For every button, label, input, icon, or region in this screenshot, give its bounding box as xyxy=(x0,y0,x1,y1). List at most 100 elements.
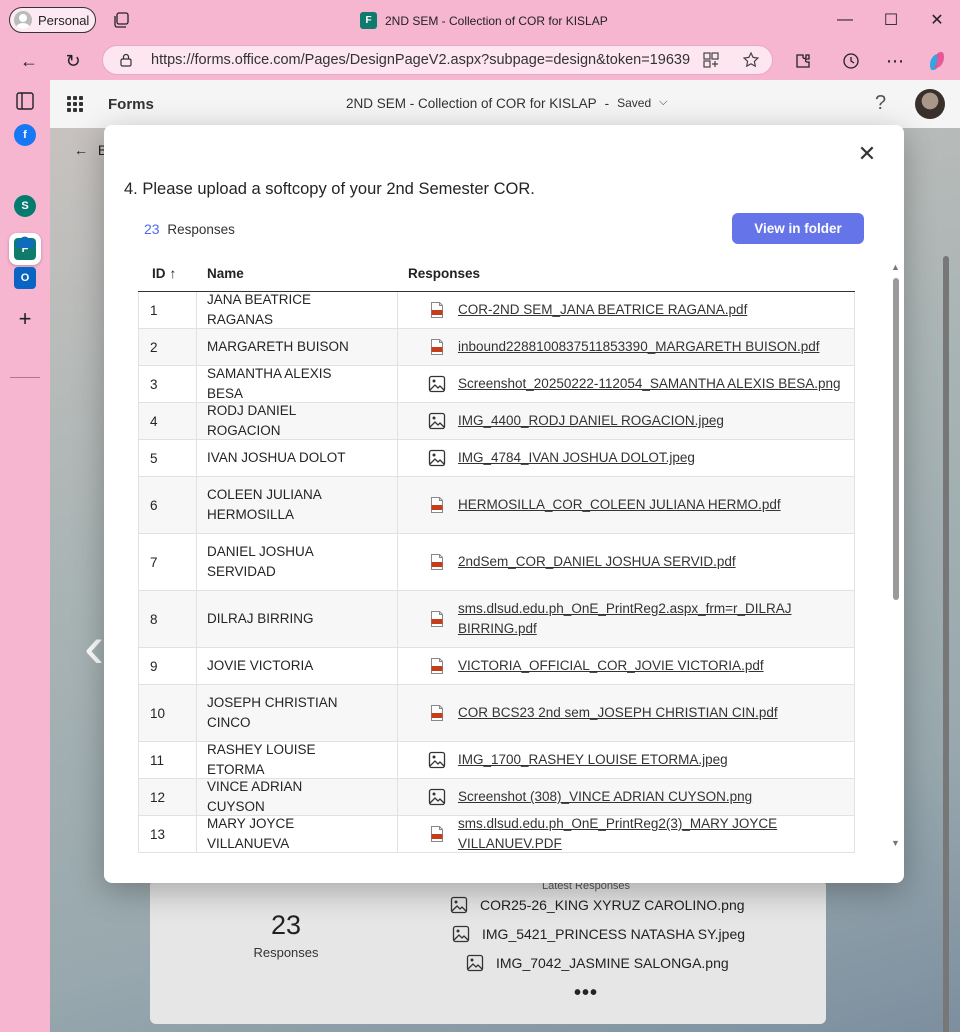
profile-avatar-icon xyxy=(14,11,32,29)
response-file-link[interactable]: 2ndSem_COR_DANIEL JOSHUA SERVID.pdf xyxy=(458,552,736,572)
response-file-link[interactable]: Screenshot (308)_VINCE ADRIAN CUYSON.png xyxy=(458,787,752,807)
response-file-link[interactable]: VICTORIA_OFFICIAL_COR_JOVIE VICTORIA.pdf xyxy=(458,656,764,676)
add-sidebar-app-icon[interactable]: + xyxy=(14,306,36,331)
table-header: ID ↑ Name Responses xyxy=(138,256,855,292)
url-text[interactable]: https://forms.office.com/Pages/DesignPag… xyxy=(151,52,691,68)
scroll-down-arrow-icon[interactable]: ▼ xyxy=(891,838,900,848)
response-file-link[interactable]: sms.dlsud.edu.ph_OnE_PrintReg2(3)_MARY J… xyxy=(458,814,854,854)
responses-table: ID ↑ Name Responses 1 JANA BEATRICE RAGANA… xyxy=(138,256,855,856)
close-window-icon[interactable]: ✕ xyxy=(914,0,960,40)
previous-question-chevron-icon[interactable]: ‹ xyxy=(84,612,104,681)
row-response: COR-2ND SEM_JANA BEATRICE RAGANA.pdf xyxy=(398,292,854,328)
row-id: 4 xyxy=(139,403,197,439)
response-file-link[interactable]: IMG_4400_RODJ DANIEL ROGACION.jpeg xyxy=(458,411,724,431)
help-icon[interactable]: ? xyxy=(875,92,886,115)
row-id: 8 xyxy=(139,591,197,647)
workspaces-icon[interactable] xyxy=(112,11,130,29)
image-file-icon xyxy=(428,449,458,467)
response-file-link[interactable]: IMG_1700_RASHEY LOUISE ETORMA.jpeg xyxy=(458,750,728,770)
row-name-text: JOVIE VICTORIA xyxy=(207,658,314,673)
page-scrollbar[interactable] xyxy=(940,228,952,1032)
response-file-link[interactable]: inbound2288100837511853390_MARGARETH BUI… xyxy=(458,337,820,357)
response-file-link[interactable]: IMG_4784_IVAN JOSHUA DOLOT.jpeg xyxy=(458,448,695,468)
column-header-responses[interactable]: Responses xyxy=(408,266,480,281)
tab-actions-icon[interactable] xyxy=(14,90,36,112)
more-menu-icon[interactable]: ⋯ xyxy=(882,48,908,74)
latest-response-file: IMG_7042_JASMINE SALONGA.png xyxy=(496,955,729,971)
image-file-icon xyxy=(428,751,458,769)
row-response: IMG_1700_RASHEY LOUISE ETORMA.jpeg xyxy=(398,742,854,778)
row-name: RASHEY LOUISE ETORMA xyxy=(197,742,398,778)
row-id: 10 xyxy=(139,685,197,741)
refresh-icon[interactable]: ↻ xyxy=(60,48,86,74)
response-file-link[interactable]: HERMOSILLA_COR_COLEEN JULIANA HERMO.pdf xyxy=(458,495,781,515)
sharepoint-icon[interactable]: S xyxy=(14,195,36,217)
table-row: 3 SAMANTHA ALEXIS BESA Screenshot_20250222… xyxy=(138,366,855,403)
image-file-icon xyxy=(466,954,484,972)
dialog-scrollbar[interactable]: ▲ ▼ xyxy=(890,260,902,852)
browser-title-bar: Personal F 2ND SEM - Collection of COR f… xyxy=(0,0,960,40)
image-file-icon xyxy=(428,375,458,393)
back-link[interactable]: ← B xyxy=(74,142,107,158)
extensions-icon[interactable] xyxy=(790,48,816,74)
latest-response-item[interactable]: COR25-26_KING XYRUZ CAROLINO.png xyxy=(450,896,745,914)
row-name-text: JANA BEATRICE RAGANAS xyxy=(207,292,312,327)
table-row: 7 DANIEL JOSHUA SERVIDAD 2ndSem_COR_DANIEL… xyxy=(138,534,855,591)
close-dialog-icon[interactable]: ✕ xyxy=(856,143,878,165)
row-id: 2 xyxy=(139,329,197,365)
row-response: inbound2288100837511853390_MARGARETH BUI… xyxy=(398,329,854,365)
back-arrow-small-icon: ← xyxy=(74,142,88,158)
latest-response-item[interactable]: IMG_7042_JASMINE SALONGA.png xyxy=(466,954,729,972)
response-file-link[interactable]: Screenshot_20250222-112054_SAMANTHA ALEX… xyxy=(458,374,841,394)
page-scrollbar-thumb[interactable] xyxy=(943,256,949,1032)
app-available-icon[interactable] xyxy=(702,51,720,69)
minimize-icon[interactable]: — xyxy=(822,0,868,40)
question-title: 4. Please upload a softcopy of your 2nd … xyxy=(124,180,535,198)
column-header-name[interactable]: Name xyxy=(207,266,244,281)
outlook-icon[interactable]: O xyxy=(14,267,36,289)
image-file-icon xyxy=(452,925,470,943)
facebook-icon[interactable]: f xyxy=(14,124,36,146)
responses-dialog: ✕ 4. Please upload a softcopy of your 2n… xyxy=(104,125,904,883)
response-file-link[interactable]: COR-2ND SEM_JANA BEATRICE RAGANA.pdf xyxy=(458,300,747,320)
pdf-file-icon xyxy=(428,496,458,514)
summary-response-count: 23 xyxy=(270,910,302,940)
latest-response-item[interactable]: IMG_5421_PRINCESS NATASHA SY.jpeg xyxy=(452,925,745,943)
column-header-id[interactable]: ID ↑ xyxy=(152,266,176,281)
address-bar[interactable]: https://forms.office.com/Pages/DesignPag… xyxy=(102,45,773,75)
row-response: HERMOSILLA_COR_COLEEN JULIANA HERMO.pdf xyxy=(398,477,854,533)
window-title-text: 2ND SEM - Collection of COR for KISLAP xyxy=(385,13,608,28)
row-name: JOVIE VICTORIA xyxy=(197,648,398,684)
profile-button[interactable]: Personal xyxy=(9,7,96,33)
app-launcher-icon[interactable] xyxy=(67,96,83,112)
column-id-label: ID xyxy=(152,266,166,281)
document-title[interactable]: 2ND SEM - Collection of COR for KISLAP -… xyxy=(346,96,667,111)
row-response: COR BCS23 2nd sem_JOSEPH CHRISTIAN CIN.p… xyxy=(398,685,854,741)
user-avatar[interactable] xyxy=(915,89,945,119)
row-name: MARGARETH BUISON xyxy=(197,329,398,365)
favorite-star-icon[interactable] xyxy=(742,51,760,69)
response-file-link[interactable]: COR BCS23 2nd sem_JOSEPH CHRISTIAN CIN.p… xyxy=(458,703,778,723)
address-bar-actions xyxy=(702,51,760,69)
back-arrow-icon[interactable]: ← xyxy=(16,48,42,74)
more-responses-ellipsis[interactable]: ••• xyxy=(574,982,598,1005)
row-name: JOSEPH CHRISTIAN CINCO xyxy=(197,685,398,741)
sort-ascending-icon: ↑ xyxy=(169,266,177,281)
forms-logo-icon: F xyxy=(360,12,377,29)
view-in-folder-button[interactable]: View in folder xyxy=(732,213,864,244)
onedrive-icon[interactable] xyxy=(14,232,36,254)
copilot-icon[interactable] xyxy=(924,48,950,74)
latest-response-file: COR25-26_KING XYRUZ CAROLINO.png xyxy=(480,897,745,913)
table-row: 5 IVAN JOSHUA DOLOT IMG_4784_IVAN JOSHUA D… xyxy=(138,440,855,477)
table-body: 1 JANA BEATRICE RAGANAS COR-2ND SEM_JANA B… xyxy=(138,292,855,853)
forms-app-name[interactable]: Forms xyxy=(108,96,154,113)
response-file-link[interactable]: sms.dlsud.edu.ph_OnE_PrintReg2.aspx_frm=… xyxy=(458,599,854,639)
history-icon[interactable] xyxy=(838,48,864,74)
scroll-up-arrow-icon[interactable]: ▲ xyxy=(891,262,900,272)
dialog-scrollbar-thumb[interactable] xyxy=(893,278,899,600)
row-name-text: RODJ DANIEL ROGACION xyxy=(207,403,296,438)
row-name: VINCE ADRIAN CUYSON xyxy=(197,779,398,815)
maximize-icon[interactable]: ☐ xyxy=(868,0,914,40)
lock-icon[interactable] xyxy=(119,53,133,67)
row-id: 12 xyxy=(139,779,197,815)
